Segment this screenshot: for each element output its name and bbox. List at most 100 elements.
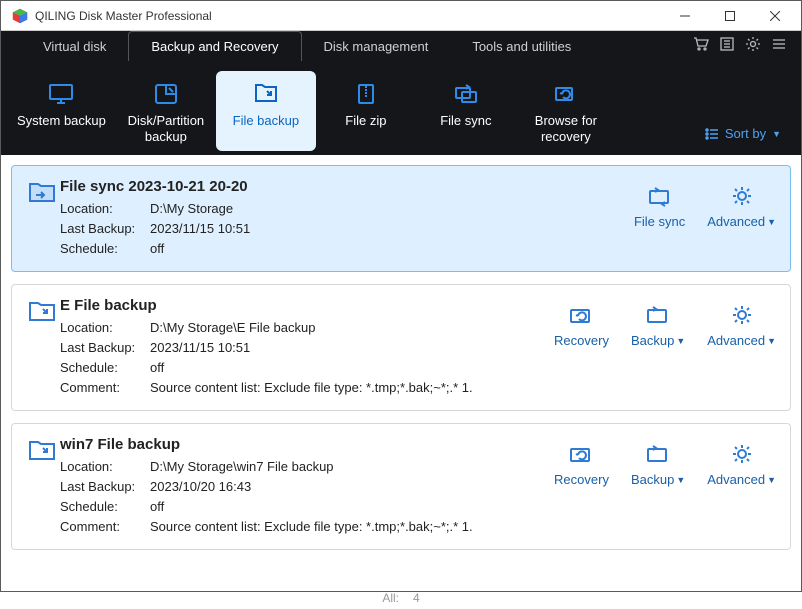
- toolbar-label: File backup: [233, 113, 299, 129]
- meta-value: 2023/11/15 10:51: [150, 219, 634, 239]
- meta-value: D:\My Storage\win7 File backup: [150, 457, 554, 477]
- meta-value: off: [150, 239, 634, 259]
- task-advanced-button[interactable]: Advanced▼: [707, 440, 776, 487]
- chevron-down-icon: ▼: [767, 336, 776, 346]
- meta-value: off: [150, 358, 554, 378]
- toolbar-label: System backup: [17, 113, 106, 129]
- recovery-icon: [568, 440, 594, 468]
- tab-tools-utilities[interactable]: Tools and utilities: [450, 31, 593, 61]
- minimize-button[interactable]: [662, 1, 707, 30]
- task-backup-button[interactable]: Backup▼: [631, 440, 685, 487]
- task-folder-icon: [24, 297, 60, 398]
- tab-virtual-disk[interactable]: Virtual disk: [21, 31, 128, 61]
- meta-label: Location:: [60, 457, 150, 477]
- menu-icon[interactable]: [771, 36, 787, 57]
- meta-value: off: [150, 497, 554, 517]
- task-list: File sync 2023-10-21 20-20 Location:D:\M…: [1, 155, 801, 587]
- recovery-icon: [568, 301, 594, 329]
- browse-recovery-button[interactable]: Browse forrecovery: [516, 71, 616, 151]
- meta-value: 2023/10/20 16:43: [150, 477, 554, 497]
- task-folder-icon: [24, 436, 60, 537]
- sync-icon: [647, 182, 673, 210]
- title-bar: QILING Disk Master Professional: [1, 1, 801, 31]
- meta-label: Last Backup:: [60, 219, 150, 239]
- task-card[interactable]: File sync 2023-10-21 20-20 Location:D:\M…: [11, 165, 791, 272]
- action-label: Advanced▼: [707, 472, 776, 487]
- file-sync-button[interactable]: File sync: [416, 71, 516, 151]
- task-recovery-button[interactable]: Recovery: [554, 440, 609, 487]
- chevron-down-icon: ▼: [676, 475, 685, 485]
- gear-icon: [729, 182, 755, 210]
- recovery-icon: [553, 79, 579, 109]
- toolbar-label: File zip: [345, 113, 386, 129]
- task-sync-icon: [24, 178, 60, 259]
- chevron-down-icon: ▼: [676, 336, 685, 346]
- settings-icon[interactable]: [745, 36, 761, 57]
- task-advanced-button[interactable]: Advanced▼: [707, 182, 776, 229]
- action-label: Backup▼: [631, 472, 685, 487]
- meta-label: Comment:: [60, 378, 150, 398]
- task-advanced-button[interactable]: Advanced▼: [707, 301, 776, 348]
- meta-label: Last Backup:: [60, 477, 150, 497]
- zip-icon: [353, 79, 379, 109]
- file-backup-button[interactable]: File backup: [216, 71, 316, 151]
- status-bar: All: 4: [1, 587, 801, 609]
- maximize-button[interactable]: [707, 1, 752, 30]
- meta-label: Last Backup:: [60, 338, 150, 358]
- action-label: Backup▼: [631, 333, 685, 348]
- task-file-sync-button[interactable]: File sync: [634, 182, 685, 229]
- task-title: E File backup: [60, 297, 554, 314]
- toolbar-label: File sync: [440, 113, 491, 129]
- main-tabs: Virtual disk Backup and Recovery Disk ma…: [1, 31, 801, 61]
- meta-value: D:\My Storage: [150, 199, 634, 219]
- sort-by-button[interactable]: Sort by ▼: [705, 126, 795, 151]
- disk-icon: [153, 79, 179, 109]
- toolbar: System backup Disk/Partitionbackup File …: [1, 61, 801, 155]
- action-label: Advanced▼: [707, 333, 776, 348]
- toolbar-label: Disk/Partitionbackup: [128, 113, 205, 145]
- toolbar-label: Browse forrecovery: [535, 113, 597, 145]
- backup-icon: [645, 301, 671, 329]
- meta-label: Location:: [60, 199, 150, 219]
- chevron-down-icon: ▼: [772, 129, 781, 139]
- footer-all-label: All:: [382, 591, 399, 605]
- action-label: File sync: [634, 214, 685, 229]
- tab-backup-recovery[interactable]: Backup and Recovery: [128, 31, 301, 61]
- task-card[interactable]: E File backup Location:D:\My Storage\E F…: [11, 284, 791, 411]
- backup-icon: [645, 440, 671, 468]
- list-icon: [705, 127, 719, 141]
- task-backup-button[interactable]: Backup▼: [631, 301, 685, 348]
- cart-icon[interactable]: [693, 36, 709, 57]
- task-recovery-button[interactable]: Recovery: [554, 301, 609, 348]
- meta-value: Source content list: Exclude file type: …: [150, 517, 554, 537]
- window-title: QILING Disk Master Professional: [35, 9, 662, 23]
- meta-label: Location:: [60, 318, 150, 338]
- task-title: win7 File backup: [60, 436, 554, 453]
- meta-value: 2023/11/15 10:51: [150, 338, 554, 358]
- gear-icon: [729, 301, 755, 329]
- log-icon[interactable]: [719, 36, 735, 57]
- chevron-down-icon: ▼: [767, 217, 776, 227]
- app-icon: [11, 7, 29, 25]
- sync-icon: [453, 79, 479, 109]
- action-label: Recovery: [554, 472, 609, 487]
- action-label: Advanced▼: [707, 214, 776, 229]
- meta-label: Schedule:: [60, 497, 150, 517]
- close-button[interactable]: [752, 1, 797, 30]
- disk-partition-backup-button[interactable]: Disk/Partitionbackup: [116, 71, 216, 151]
- meta-label: Schedule:: [60, 358, 150, 378]
- gear-icon: [729, 440, 755, 468]
- task-title: File sync 2023-10-21 20-20: [60, 178, 634, 195]
- meta-value: D:\My Storage\E File backup: [150, 318, 554, 338]
- system-backup-button[interactable]: System backup: [7, 71, 116, 151]
- file-zip-button[interactable]: File zip: [316, 71, 416, 151]
- meta-value: Source content list: Exclude file type: …: [150, 378, 554, 398]
- tab-disk-management[interactable]: Disk management: [302, 31, 451, 61]
- meta-label: Schedule:: [60, 239, 150, 259]
- task-card[interactable]: win7 File backup Location:D:\My Storage\…: [11, 423, 791, 550]
- footer-all-count: 4: [413, 591, 420, 605]
- action-label: Recovery: [554, 333, 609, 348]
- monitor-icon: [48, 79, 74, 109]
- folder-icon: [253, 79, 279, 109]
- sort-label: Sort by: [725, 126, 766, 141]
